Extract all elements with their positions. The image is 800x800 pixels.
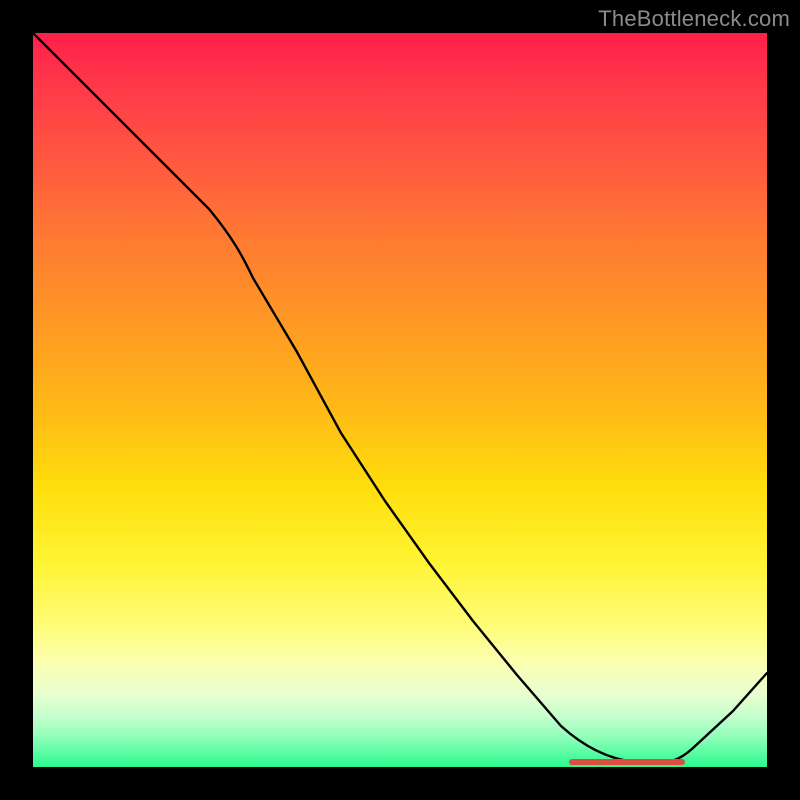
watermark-text: TheBottleneck.com	[598, 6, 790, 32]
optimal-marker-band	[569, 759, 685, 765]
plot-area	[33, 33, 767, 767]
curve-line	[33, 33, 767, 763]
marker-rect	[569, 759, 685, 765]
chart-overlay	[33, 33, 767, 767]
chart-frame: TheBottleneck.com	[0, 0, 800, 800]
